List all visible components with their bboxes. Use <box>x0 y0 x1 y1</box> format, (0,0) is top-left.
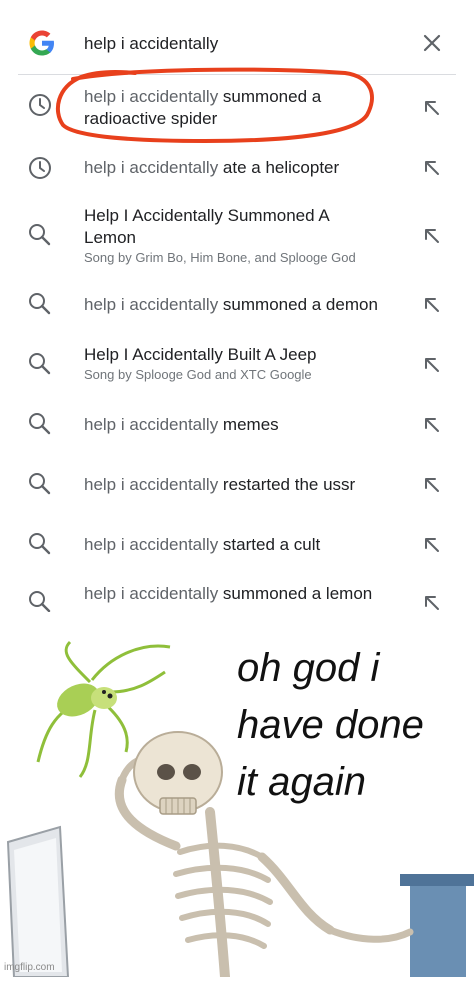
history-clock-icon <box>29 94 51 116</box>
search-icon <box>29 413 51 435</box>
search-icon <box>29 224 51 246</box>
fill-query-arrow-icon[interactable] <box>422 226 442 246</box>
suggestion-text: help i accidentally ate a helicopter <box>84 158 340 177</box>
laptop-icon <box>6 825 70 978</box>
history-clock-icon <box>29 157 51 179</box>
suggestion-text: help i accidentally summoned a radioacti… <box>84 87 322 128</box>
fill-query-arrow-icon[interactable] <box>422 355 442 375</box>
suggestion-item-helicopter[interactable]: help i accidentally ate a helicopter <box>0 146 474 190</box>
divider <box>18 74 456 75</box>
suggestion-item-lemon[interactable]: help i accidentally summoned a lemon <box>0 575 474 612</box>
suggestion-item-demon[interactable]: help i accidentally summoned a demon <box>0 283 474 327</box>
suggestion-text: Help I Accidentally Built A Jeep Song by… <box>84 344 409 384</box>
imgflip-watermark: imgflip.com <box>4 962 55 973</box>
suggestion-item-ussr[interactable]: help i accidentally restarted the ussr <box>0 463 474 507</box>
skull-icon <box>133 731 223 815</box>
search-icon <box>29 533 51 555</box>
fill-query-arrow-icon[interactable] <box>422 535 442 555</box>
search-icon <box>29 353 51 375</box>
close-icon[interactable] <box>419 30 445 56</box>
suggestion-text: help i accidentally restarted the ussr <box>84 475 356 494</box>
suggestion-text: Help I Accidentally Summoned A Lemon Son… <box>84 205 409 267</box>
suggestion-text: help i accidentally summoned a demon <box>84 295 378 314</box>
meme-caption: oh god i have done it again <box>237 646 424 804</box>
suggestion-subtitle: Song by Splooge God and XTC Google <box>84 367 312 382</box>
search-icon <box>29 473 51 495</box>
search-bar[interactable]: help i accidentally <box>0 0 474 78</box>
search-icon <box>29 591 51 612</box>
suggestion-item-memes[interactable]: help i accidentally memes <box>0 403 474 447</box>
suggestion-subtitle: Song by Grim Bo, Him Bone, and Splooge G… <box>84 250 356 265</box>
suggestion-text: help i accidentally memes <box>84 415 279 434</box>
suggestion-item-song-jeep[interactable]: Help I Accidentally Built A Jeep Song by… <box>0 338 474 392</box>
fill-query-arrow-icon[interactable] <box>422 158 442 178</box>
suggestion-text: help i accidentally started a cult <box>84 535 321 554</box>
fill-query-arrow-icon[interactable] <box>422 593 442 612</box>
google-logo-icon <box>29 30 54 56</box>
search-input[interactable]: help i accidentally <box>84 34 218 54</box>
chair-icon <box>400 874 474 977</box>
fill-query-arrow-icon[interactable] <box>422 475 442 495</box>
suggestion-item-radioactive-spider[interactable]: help i accidentally summoned a radioacti… <box>0 82 474 142</box>
fill-query-arrow-icon[interactable] <box>422 98 442 118</box>
fill-query-arrow-icon[interactable] <box>422 415 442 435</box>
search-icon <box>29 293 51 315</box>
suggestion-item-cult[interactable]: help i accidentally started a cult <box>0 523 474 567</box>
suggestion-item-song-lemon[interactable]: Help I Accidentally Summoned A Lemon Son… <box>0 200 474 274</box>
fill-query-arrow-icon[interactable] <box>422 295 442 315</box>
suggestion-text: help i accidentally summoned a lemon <box>84 584 373 603</box>
